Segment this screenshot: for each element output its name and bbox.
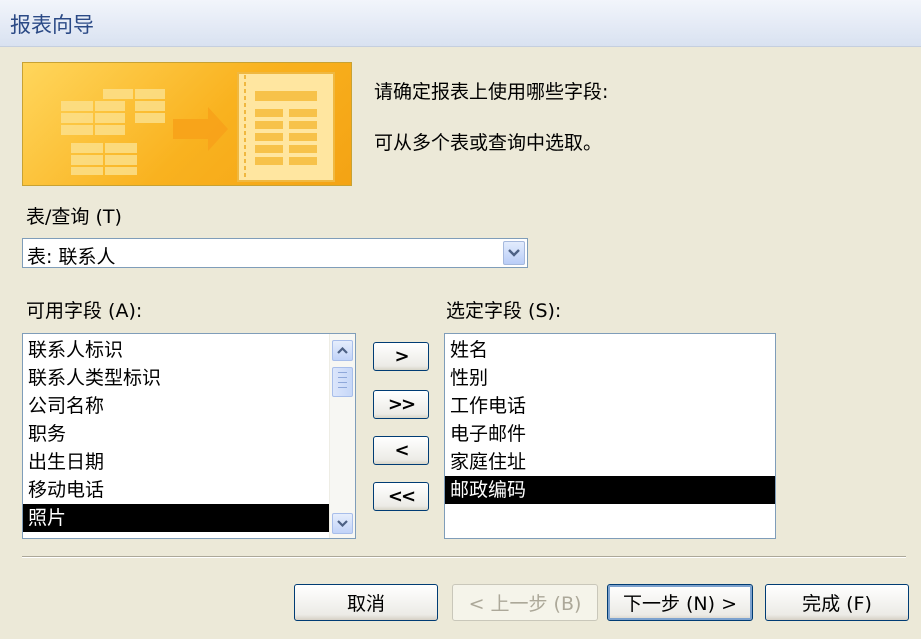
available-fields-label: 可用字段 (A): <box>26 300 143 322</box>
available-field-item[interactable]: 公司名称 <box>23 392 330 420</box>
chevron-up-icon <box>337 347 348 354</box>
report-wizard-icon <box>61 72 335 182</box>
table-query-value: 表: 联系人 <box>27 246 116 268</box>
scroll-up-button[interactable] <box>332 340 353 361</box>
instruction-line-1: 请确定报表上使用哪些字段: <box>374 81 609 103</box>
chevron-down-icon <box>337 520 348 527</box>
selected-field-item[interactable]: 姓名 <box>445 336 775 364</box>
table-query-label: 表/查询 (T) <box>26 206 122 228</box>
table-query-dropdown[interactable]: 表: 联系人 <box>22 238 528 268</box>
scroll-down-button[interactable] <box>332 513 353 534</box>
available-fields-scrollbar[interactable] <box>329 334 355 538</box>
selected-fields-list[interactable]: 姓名 性别 工作电话 电子邮件 家庭住址 邮政编码 <box>444 333 776 539</box>
selected-field-item[interactable]: 电子邮件 <box>445 420 775 448</box>
available-field-item[interactable]: 联系人标识 <box>23 336 330 364</box>
wizard-header: 报表向导 <box>0 0 921 47</box>
instruction-line-2: 可从多个表或查询中选取。 <box>374 132 603 154</box>
available-field-item[interactable]: 移动电话 <box>23 476 330 504</box>
remove-field-button[interactable]: < <box>373 436 429 465</box>
add-all-fields-button[interactable]: >> <box>373 390 429 419</box>
dropdown-arrow-button[interactable] <box>503 241 525 265</box>
footer-divider <box>22 556 906 558</box>
selected-fields-label: 选定字段 (S): <box>446 300 562 322</box>
back-button[interactable]: < 上一步 (B) <box>452 584 598 621</box>
available-field-item-selected[interactable]: 照片 <box>23 504 330 532</box>
wizard-title: 报表向导 <box>10 13 94 37</box>
scroll-thumb[interactable] <box>332 367 353 397</box>
available-field-item[interactable]: 出生日期 <box>23 448 330 476</box>
available-fields-list[interactable]: 联系人标识 联系人类型标识 公司名称 职务 出生日期 移动电话 照片 <box>22 333 356 539</box>
selected-field-item[interactable]: 性别 <box>445 364 775 392</box>
selected-field-item[interactable]: 工作电话 <box>445 392 775 420</box>
remove-all-fields-button[interactable]: << <box>373 482 429 511</box>
selected-field-item[interactable]: 家庭住址 <box>445 448 775 476</box>
available-field-item[interactable]: 联系人类型标识 <box>23 364 330 392</box>
finish-button[interactable]: 完成 (F) <box>765 584 909 621</box>
selected-field-item-selected[interactable]: 邮政编码 <box>445 476 775 504</box>
next-button[interactable]: 下一步 (N) > <box>607 584 753 621</box>
available-field-item[interactable]: 职务 <box>23 420 330 448</box>
add-field-button[interactable]: > <box>373 342 429 371</box>
chevron-down-icon <box>508 249 520 257</box>
cancel-button[interactable]: 取消 <box>294 584 438 621</box>
report-wizard-illustration <box>22 62 352 186</box>
